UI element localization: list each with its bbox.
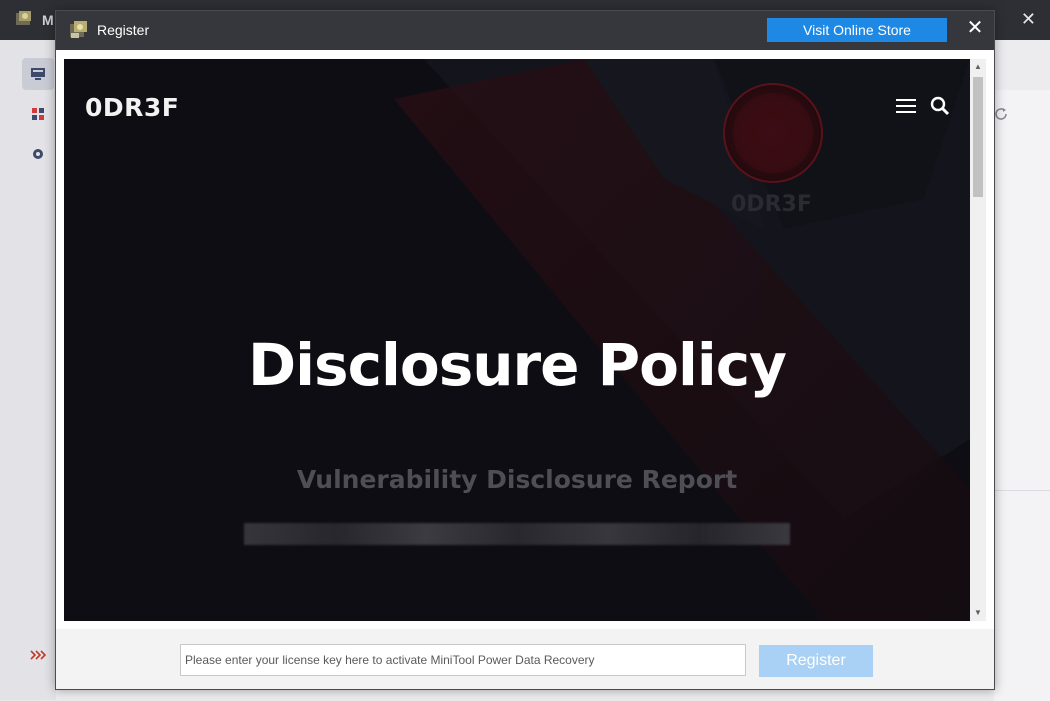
gear-icon <box>33 149 43 159</box>
apps-icon <box>32 108 44 120</box>
register-key-icon <box>70 21 87 38</box>
dialog-title: Register <box>97 22 150 38</box>
sidebar-item-settings[interactable] <box>22 138 54 170</box>
register-dialog: Register Visit Online Store ✕ 0DR3F 0DR3… <box>55 10 995 690</box>
dialog-titlebar: Register Visit Online Store ✕ <box>56 11 994 50</box>
sidebar-item-tools[interactable] <box>22 98 54 130</box>
emblem-text: 0DR3F <box>731 192 812 217</box>
app-sidebar <box>0 40 57 700</box>
visit-online-store-button[interactable]: Visit Online Store <box>767 18 947 42</box>
hero-subtitle: Vulnerability Disclosure Report <box>296 465 738 494</box>
site-logo[interactable]: 0DR3F <box>85 93 179 122</box>
menu-icon[interactable] <box>896 98 916 114</box>
scroll-down-arrow-icon[interactable]: ▼ <box>970 605 986 621</box>
web-view-scrollbar[interactable]: ▲ ▼ <box>970 59 986 621</box>
hero-title: Disclosure Policy <box>248 331 787 399</box>
app-logo-icon <box>16 11 31 25</box>
monitor-icon <box>31 68 45 80</box>
scroll-up-arrow-icon[interactable]: ▲ <box>970 59 986 75</box>
register-button[interactable]: Register <box>759 645 873 677</box>
search-icon[interactable] <box>930 96 950 116</box>
license-key-input[interactable] <box>180 644 746 676</box>
embedded-web-view[interactable]: 0DR3F 0DR3F Disclosure Policy Vulnerabil… <box>64 59 970 621</box>
app-title: M <box>42 12 54 28</box>
sidebar-item-recovery[interactable] <box>22 58 54 90</box>
chevrons-right-icon[interactable] <box>30 650 46 660</box>
app-close-button[interactable]: ✕ <box>1021 9 1036 30</box>
dialog-footer: Register <box>56 629 994 689</box>
app-right-panel-lower <box>994 490 1050 701</box>
app-right-panel <box>994 90 1050 490</box>
refresh-icon[interactable] <box>993 106 1009 122</box>
scrollbar-thumb[interactable] <box>973 77 983 197</box>
close-icon[interactable]: ✕ <box>964 17 986 39</box>
blurred-text-line <box>244 523 790 545</box>
